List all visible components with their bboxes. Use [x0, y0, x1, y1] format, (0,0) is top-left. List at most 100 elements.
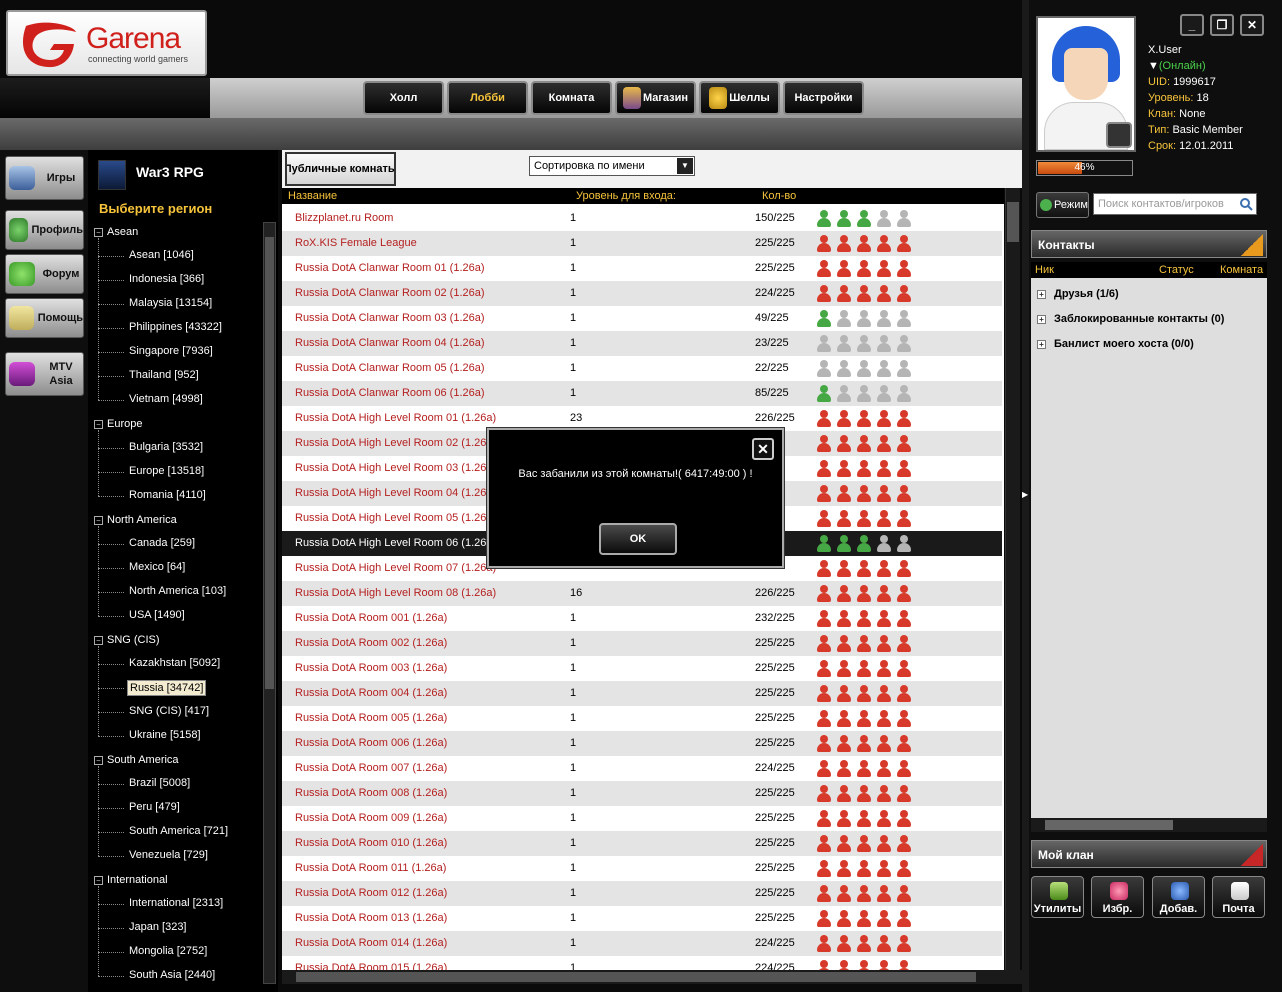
region-group[interactable]: − Asean	[94, 226, 138, 238]
region-item[interactable]: North America [103]	[127, 584, 228, 598]
table-row[interactable]: Russia DotA Room 004 (1.26a) 1 225/225	[282, 681, 1002, 706]
region-item[interactable]: Peru [479]	[127, 800, 182, 814]
sort-select[interactable]: Сортировка по имени ▼	[529, 156, 695, 176]
region-item[interactable]: Kazakhstan [5092]	[127, 656, 222, 670]
table-row[interactable]: Russia DotA Room 005 (1.26a) 1 225/225	[282, 706, 1002, 731]
table-row[interactable]: Russia DotA Room 012 (1.26a) 1 225/225	[282, 881, 1002, 906]
region-group[interactable]: − South America	[94, 754, 179, 766]
collapse-icon[interactable]: −	[94, 419, 103, 429]
column-nick[interactable]: Ник	[1035, 264, 1054, 276]
utilities-button[interactable]: Утилиты	[1031, 876, 1084, 918]
table-row[interactable]: Russia DotA Room 001 (1.26a) 1 232/225	[282, 606, 1002, 631]
tab-shop[interactable]: Магазин	[615, 81, 696, 115]
table-row[interactable]: Russia DotA Room 011 (1.26a) 1 225/225	[282, 856, 1002, 881]
region-item[interactable]: Singapore [7936]	[127, 344, 215, 358]
tab-settings[interactable]: Настройки	[783, 81, 864, 115]
table-row[interactable]: Russia DotA Clanwar Room 03 (1.26a) 1 49/2…	[282, 306, 1002, 331]
table-row[interactable]: Russia DotA Clanwar Room 05 (1.26a) 1 22/2…	[282, 356, 1002, 381]
region-item[interactable]: International [2313]	[127, 896, 225, 910]
region-item[interactable]: Romania [4110]	[127, 488, 208, 502]
region-item[interactable]: Thailand [952]	[127, 368, 201, 382]
collapse-icon[interactable]: −	[94, 227, 103, 237]
region-item[interactable]: Japan [323]	[127, 920, 189, 934]
region-scroll-thumb[interactable]	[265, 237, 274, 689]
contacts-header[interactable]: Контакты	[1031, 230, 1267, 258]
region-item[interactable]: Asean [1046]	[127, 248, 196, 262]
nav-profile-button[interactable]: Профиль	[5, 210, 84, 250]
close-window-icon[interactable]: ✕	[1240, 14, 1264, 36]
region-item[interactable]: South America [721]	[127, 824, 230, 838]
region-item[interactable]: Mexico [64]	[127, 560, 187, 574]
table-row[interactable]: Russia DotA Room 007 (1.26a) 1 224/225	[282, 756, 1002, 781]
region-group[interactable]: − North America	[94, 514, 177, 526]
tab-hall[interactable]: Холл	[363, 81, 444, 115]
region-item[interactable]: Mongolia [2752]	[127, 944, 209, 958]
table-row[interactable]: Russia DotA Room 009 (1.26a) 1 225/225	[282, 806, 1002, 831]
contact-search-input[interactable]: Поиск контактов/игроков	[1093, 193, 1257, 215]
favorites-button[interactable]: Избр.	[1091, 876, 1144, 918]
contact-group[interactable]: + Банлист моего хоста (0/0)	[1037, 338, 1194, 350]
region-group[interactable]: − Europe	[94, 418, 142, 430]
chevron-down-icon[interactable]: ▼	[677, 158, 693, 174]
column-status[interactable]: Статус	[1159, 264, 1194, 276]
table-row[interactable]: Russia DotA Room 006 (1.26a) 1 225/225	[282, 731, 1002, 756]
nav-mtv-button[interactable]: MTV Asia	[5, 352, 84, 396]
search-icon[interactable]	[1239, 197, 1253, 211]
column-name[interactable]: Название	[288, 190, 337, 202]
table-row[interactable]: Russia DotA Room 015 (1.26a) 1 224/225	[282, 956, 1002, 971]
region-item[interactable]: Ukraine [5158]	[127, 728, 203, 742]
contact-group[interactable]: + Друзья (1/6)	[1037, 288, 1119, 300]
collapse-icon[interactable]: −	[94, 515, 103, 525]
room-list-scroll-thumb[interactable]	[1007, 202, 1019, 242]
table-row[interactable]: Russia DotA Room 002 (1.26a) 1 225/225	[282, 631, 1002, 656]
region-item[interactable]: Europe [13518]	[127, 464, 206, 478]
expand-corner-icon[interactable]	[1241, 234, 1263, 256]
region-group[interactable]: − International	[94, 874, 168, 886]
mode-button[interactable]: Режим	[1036, 192, 1089, 218]
add-contact-button[interactable]: Добав.	[1152, 876, 1205, 918]
collapse-arrow-icon[interactable]: ▶	[1022, 490, 1029, 504]
region-item[interactable]: Malaysia [13154]	[127, 296, 214, 310]
zoom-icon[interactable]	[1106, 122, 1132, 148]
restore-icon[interactable]: ❐	[1210, 14, 1234, 36]
collapse-icon[interactable]: −	[94, 755, 103, 765]
contact-group[interactable]: + Заблокированные контакты (0)	[1037, 313, 1224, 325]
region-item[interactable]: Canada [259]	[127, 536, 197, 550]
contacts-hscroll-thumb[interactable]	[1045, 820, 1173, 830]
expand-icon[interactable]: +	[1037, 339, 1046, 349]
table-row[interactable]: Russia DotA Room 014 (1.26a) 1 224/225	[282, 931, 1002, 956]
contacts-hscrollbar[interactable]	[1031, 818, 1267, 832]
table-row[interactable]: Russia DotA Room 013 (1.26a) 1 225/225	[282, 906, 1002, 931]
table-row[interactable]: Blizzplanet.ru Room 1 150/225	[282, 206, 1002, 231]
expand-icon[interactable]: +	[1037, 314, 1046, 324]
region-item[interactable]: Philippines [43322]	[127, 320, 224, 334]
region-scrollbar[interactable]	[263, 222, 276, 984]
column-room[interactable]: Комната	[1220, 264, 1263, 276]
user-status[interactable]: (Онлайн)	[1159, 60, 1206, 72]
region-item[interactable]: South Asia [2440]	[127, 968, 217, 982]
room-list-scrollbar[interactable]	[1005, 188, 1020, 970]
column-level[interactable]: Уровень для входа:	[576, 190, 676, 202]
table-row[interactable]: Russia DotA Room 003 (1.26a) 1 225/225	[282, 656, 1002, 681]
table-row[interactable]: Russia DotA Room 010 (1.26a) 1 225/225	[282, 831, 1002, 856]
nav-gamepad-button[interactable]: Игры	[5, 156, 84, 200]
tab-lobby[interactable]: Лобби	[447, 81, 528, 115]
region-item[interactable]: Russia [34742]	[127, 680, 207, 696]
mail-button[interactable]: Почта	[1212, 876, 1265, 918]
region-item[interactable]: SNG (CIS) [417]	[127, 704, 211, 718]
region-item[interactable]: Bulgaria [3532]	[127, 440, 205, 454]
status-dropdown-icon[interactable]: ▼	[1148, 60, 1159, 72]
region-item[interactable]: Venezuela [729]	[127, 848, 210, 862]
table-row[interactable]: Russia DotA Clanwar Room 04 (1.26a) 1 23/2…	[282, 331, 1002, 356]
collapse-icon[interactable]: −	[94, 875, 103, 885]
avatar[interactable]	[1036, 16, 1136, 152]
region-item[interactable]: Brazil [5008]	[127, 776, 192, 790]
minimize-icon[interactable]: _	[1180, 14, 1204, 36]
region-group[interactable]: − SNG (CIS)	[94, 634, 160, 646]
table-row[interactable]: Russia DotA High Level Room 08 (1.26a) 16…	[282, 581, 1002, 606]
close-icon[interactable]: ✕	[752, 438, 774, 460]
table-row[interactable]: Russia DotA Clanwar Room 01 (1.26a) 1 225/…	[282, 256, 1002, 281]
room-list-hscrollbar[interactable]	[282, 970, 1022, 984]
region-item[interactable]: USA [1490]	[127, 608, 187, 622]
region-item[interactable]: Indonesia [366]	[127, 272, 206, 286]
